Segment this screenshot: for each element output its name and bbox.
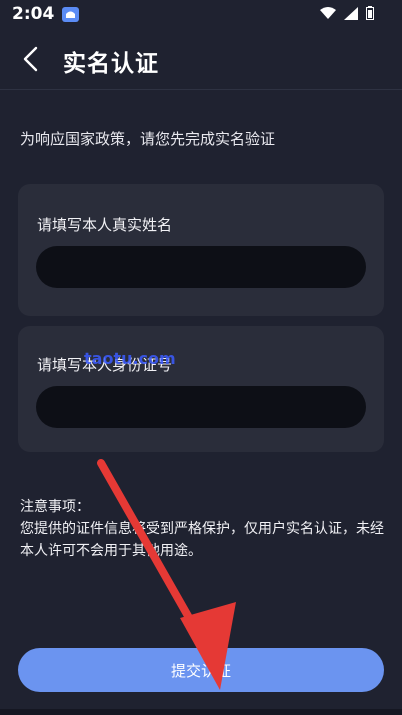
policy-notice: 为响应国家政策，请您先完成实名验证 [20, 130, 276, 148]
chevron-left-icon[interactable] [20, 46, 42, 72]
id-number-input[interactable] [36, 386, 366, 428]
watermark: taotu.com [84, 349, 176, 368]
battery-icon [366, 6, 374, 20]
home-indicator [0, 709, 402, 715]
app-icon [62, 6, 80, 22]
notes-body: 您提供的证件信息将受到严格保护，仅用户实名认证，未经本人许可不会用于其他用途。 [20, 521, 384, 559]
header: 实名认证 [0, 28, 402, 90]
page-title: 实名认证 [63, 51, 159, 77]
id-card: 请填写本人身份证号 [18, 326, 384, 452]
name-card: 请填写本人真实姓名 [18, 184, 384, 316]
wifi-icon [320, 6, 336, 19]
name-input[interactable] [36, 246, 366, 288]
submit-button[interactable]: 提交认证 [18, 648, 384, 692]
signal-icon [344, 6, 358, 20]
notes-title: 注意事项： [20, 499, 90, 515]
name-label: 请填写本人真实姓名 [37, 216, 173, 234]
status-bar: 2:04 [0, 0, 402, 28]
status-time: 2:04 [12, 4, 55, 24]
notes: 注意事项： 您提供的证件信息将受到严格保护，仅用户实名认证，未经本人许可不会用于… [20, 496, 390, 562]
